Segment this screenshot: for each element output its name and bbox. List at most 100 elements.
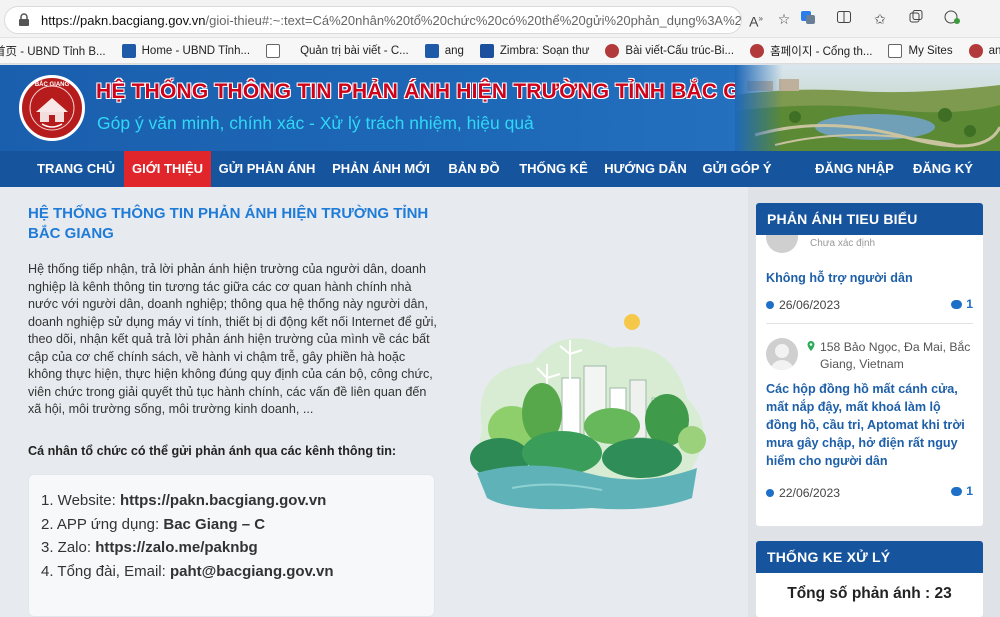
channel-value: paht@bacgiang.gov.vn [169, 562, 334, 580]
bookmark-item[interactable]: ang [968, 43, 1000, 58]
bookmark-item[interactable]: Home - UBND Tỉnh... [121, 43, 251, 58]
register-link[interactable]: ĐĂNG KÝ [905, 151, 981, 187]
bookmark-label: Bài viết-Cấu trúc-Bi... [625, 44, 735, 57]
report-date-text: 22/06/2023 [779, 486, 840, 500]
page-icon [266, 43, 281, 58]
site-icon [121, 43, 136, 58]
bookmark-item[interactable]: Zimbra: Soạn thư [479, 43, 589, 58]
nav-gioi-thieu[interactable]: GIỚI THIỆU [124, 151, 211, 187]
stats-panel-title: THỐNG KE XỬ LÝ [756, 541, 983, 573]
page-title: HỆ THỐNG THÔNG TIN PHẢN ÁNH HIỆN TRƯỜNG … [28, 205, 429, 242]
site-icon [605, 43, 620, 58]
channel-email: 4. Tổng đài, Email: paht@bacgiang.gov.vn [41, 560, 434, 584]
report-address: 158 Bảo Ngọc, Đa Mai, Bắc Giang, Vietnam [820, 340, 971, 371]
site-slogan: Góp ý văn minh, chính xác - Xử lý trách … [97, 113, 534, 133]
channel-value: https://zalo.me/paknbg [95, 539, 258, 556]
comment-count[interactable]: 1 [951, 297, 973, 311]
favorites-icon[interactable]: ✩ [870, 9, 890, 29]
total-reports: Tổng số phản ánh : 23 [787, 585, 952, 602]
bookmark-label: My Sites [908, 44, 953, 57]
bookmark-label: 홈페이지 - Cổng th... [770, 45, 873, 58]
page-icon [888, 43, 903, 58]
favorite-star-icon[interactable]: ☆ [774, 9, 794, 29]
toolbar-icons: ✩ [798, 9, 962, 29]
nav-trang-chu[interactable]: TRANG CHỦ [28, 151, 124, 187]
divider [766, 323, 973, 324]
avatar [766, 235, 798, 253]
intro-paragraph: Hệ thống tiếp nhận, trả lời phản ánh hiệ… [28, 262, 437, 416]
temple-icon [29, 85, 75, 131]
nav-huong-dan[interactable]: HƯỚNG DẪN [598, 151, 693, 187]
clock-icon [766, 489, 774, 497]
sidebar: PHẢN ÁNH TIEU BIỂU Chưa xác định Không h… [756, 203, 983, 526]
site-icon [424, 43, 439, 58]
nav-gui-phan-anh[interactable]: GỬI PHẢN ÁNH [211, 151, 323, 187]
bookmark-item[interactable]: Bài viết-Cấu trúc-Bi... [605, 43, 735, 58]
bookmark-item[interactable]: 首页 - UBND Tỉnh B... [0, 43, 106, 59]
nav-ban-do[interactable]: BẢN ĐỒ [439, 151, 509, 187]
channel-prefix: 4. Tổng đài, Email: [41, 562, 170, 580]
bookmark-item[interactable]: ang [424, 43, 464, 58]
login-link[interactable]: ĐĂNG NHẬP [806, 151, 903, 187]
address-icons: A» ☆ [746, 9, 794, 30]
lock-icon[interactable] [17, 13, 31, 27]
comment-count-text: 1 [966, 484, 973, 498]
channel-value: https://pakn.bacgiang.gov.vn [119, 492, 327, 509]
report-title-link[interactable]: Không hỗ trợ người dân [766, 269, 971, 287]
clock-icon [766, 301, 774, 309]
site-title: HỆ THỐNG THÔNG TIN PHẢN ÁNH HIỆN TRƯỜNG … [96, 80, 794, 103]
bookmarks-bar: 首页 - UBND Tỉnh B... Home - UBND Tỉnh... … [0, 38, 1000, 64]
url-host: https://pakn.bacgiang.gov.vn [41, 12, 206, 28]
stats-panel: THỐNG KE XỬ LÝ Tổng số phản ánh : 23 [756, 541, 983, 617]
location-pin-icon [807, 341, 815, 351]
read-aloud-icon[interactable]: A» [746, 9, 766, 30]
channel-prefix: 3. Zalo: [41, 539, 96, 556]
address-bar[interactable]: https://pakn.bacgiang.gov.vn/gioi-thieu#… [4, 6, 742, 34]
bookmark-item[interactable]: 홈페이지 - Cổng th... [750, 43, 872, 59]
featured-panel: PHẢN ÁNH TIEU BIỂU Chưa xác định Không h… [756, 203, 983, 526]
bookmark-item[interactable]: My Sites [888, 43, 953, 58]
channel-zalo: 3. Zalo: https://zalo.me/paknbg [41, 536, 434, 560]
channels-label: Cá nhân tổ chức có thể gửi phản ánh qua … [28, 444, 397, 458]
featured-list[interactable]: Chưa xác định Không hỗ trợ người dân 26/… [756, 235, 983, 526]
bac-giang-logo[interactable]: BẮC GIANG [19, 75, 85, 141]
zimbra-icon [479, 43, 494, 58]
channel-prefix: 2. APP ứng dụng: [41, 515, 164, 533]
extensions-icon[interactable] [942, 9, 962, 29]
comment-count[interactable]: 1 [951, 484, 973, 498]
main-nav: TRANG CHỦ GIỚI THIỆU GỬI PHẢN ÁNH PHẢN Á… [0, 151, 1000, 187]
report-date-text: 26/06/2023 [779, 298, 840, 312]
comment-icon [951, 486, 963, 496]
nav-phan-anh-moi[interactable]: PHẢN ÁNH MỚI [323, 151, 439, 187]
avatar [766, 338, 798, 370]
bookmark-label: ang [444, 44, 464, 57]
channel-app: 2. APP ứng dụng: Bac Giang – C [41, 513, 434, 537]
bookmark-label: Quản trị bài viết - C... [300, 44, 409, 57]
channel-value: Bac Giang – C [163, 515, 266, 533]
collections-icon[interactable] [906, 9, 926, 29]
comment-count-text: 1 [966, 297, 973, 311]
bookmark-label: 首页 - UBND Tỉnh B... [0, 45, 106, 58]
split-screen-icon[interactable] [834, 9, 854, 29]
url-path: /gioi-thieu#:~:text=Cá%20nhân%20tổ%20chứ… [205, 12, 742, 28]
report-date: 22/06/2023 [766, 486, 840, 500]
nav-gui-gop-y[interactable]: GỬI GÓP Ý [693, 151, 781, 187]
green-city-illustration [470, 314, 706, 510]
translate-icon[interactable] [798, 9, 818, 29]
bookmark-label: ang [988, 44, 1000, 57]
site-icon [968, 43, 983, 58]
channel-website: 1. Website: https://pakn.bacgiang.gov.vn [41, 489, 434, 513]
nav-thong-ke[interactable]: THỐNG KÊ [509, 151, 598, 187]
report-title-link[interactable]: Các hộp đồng hồ mất cánh cửa, mất nắp đậ… [766, 380, 974, 470]
featured-panel-title: PHẢN ÁNH TIEU BIỂU [756, 203, 983, 235]
site-icon [750, 43, 765, 58]
landscape-photo [735, 65, 1000, 151]
channels-box: 1. Website: https://pakn.bacgiang.gov.vn… [28, 474, 435, 617]
comment-icon [951, 299, 963, 309]
stub-text: Chưa xác định [810, 238, 876, 249]
report-date: 26/06/2023 [766, 298, 840, 312]
bookmark-label: Home - UBND Tỉnh... [141, 44, 251, 57]
channel-prefix: 1. Website: [41, 492, 120, 509]
browser-toolbar: https://pakn.bacgiang.gov.vn/gioi-thieu#… [0, 0, 1000, 38]
bookmark-item[interactable]: Quản trị bài viết - C... [266, 43, 409, 58]
